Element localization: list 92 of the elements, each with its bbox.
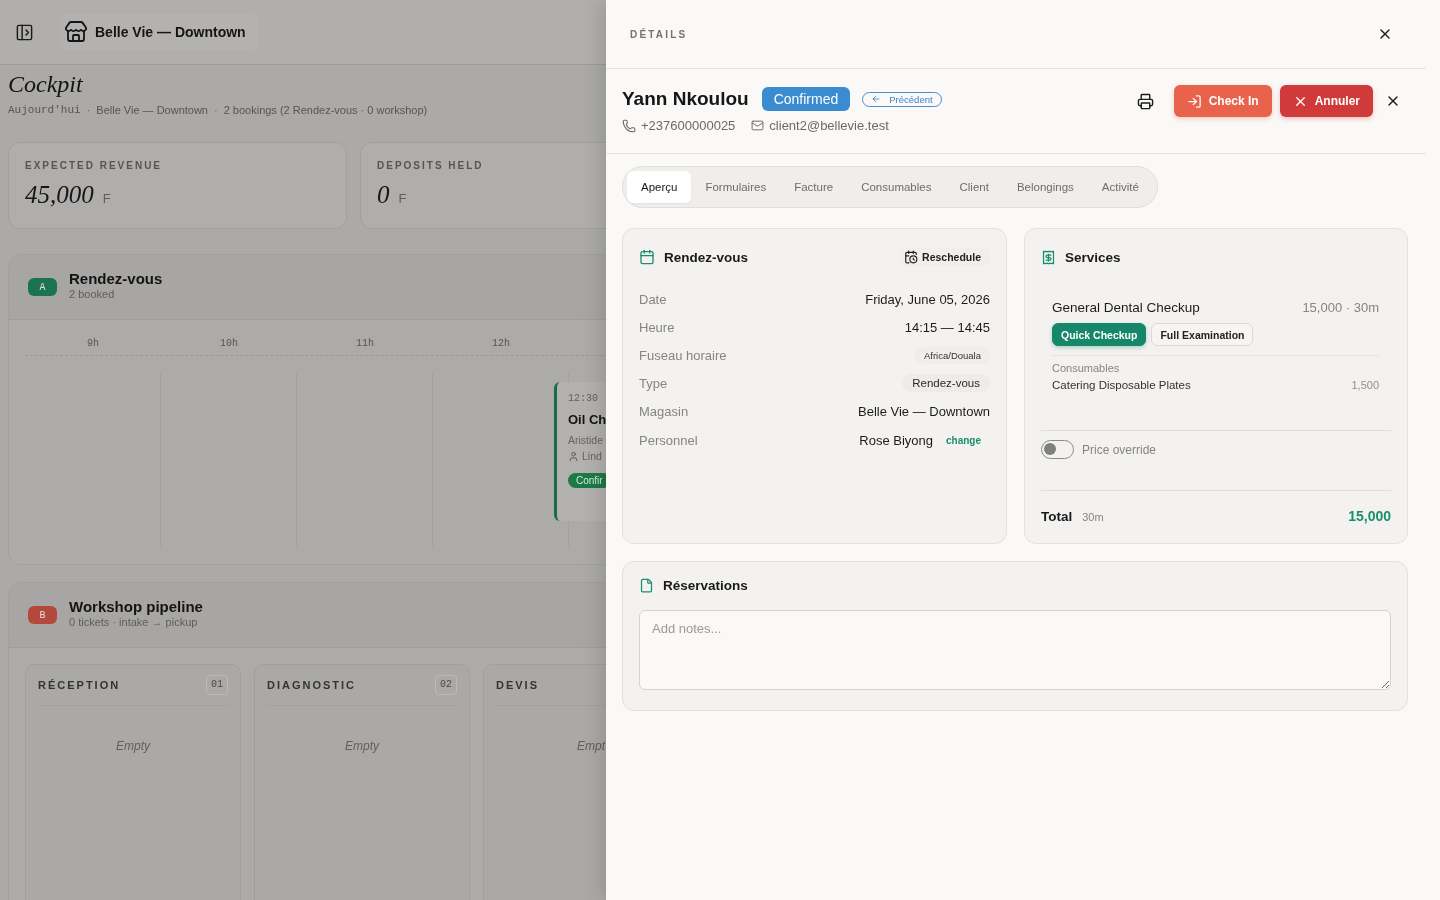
stat-label: EXPECTED REVENUE bbox=[25, 160, 164, 171]
mail-icon bbox=[751, 119, 765, 132]
tab[interactable]: Belongings bbox=[1002, 171, 1088, 203]
info-value: Rose Biyong bbox=[859, 432, 933, 448]
hour-label: 12h bbox=[491, 337, 511, 351]
tab[interactable]: Aperçu bbox=[627, 171, 692, 203]
cancel-button[interactable]: Annuler bbox=[1279, 85, 1373, 117]
subtitle-text: 2 bookings (2 Rendez-vous · 0 workshop) bbox=[223, 104, 428, 116]
empty-text: Empty bbox=[115, 739, 152, 753]
event-time: 12:30 bbox=[568, 392, 598, 406]
check-in-button[interactable]: Check In bbox=[1173, 85, 1272, 117]
section-subtitle: 2 booked bbox=[69, 288, 116, 300]
tab[interactable]: Activité bbox=[1087, 171, 1153, 203]
event-client: Aristide bbox=[568, 433, 603, 448]
info-label: Fuseau horaire bbox=[639, 347, 727, 363]
total-amount: 15,000 bbox=[1348, 508, 1391, 524]
info-label: Personnel bbox=[639, 432, 698, 448]
separator-dot: · bbox=[214, 104, 218, 116]
tab[interactable]: Consumables bbox=[847, 171, 946, 203]
info-label: Date bbox=[639, 291, 667, 307]
timezone-tag: Africa/Douala bbox=[914, 346, 990, 364]
stat-unit: F bbox=[102, 191, 111, 206]
phone-icon bbox=[622, 118, 636, 133]
column-title: DEVIS bbox=[496, 679, 539, 691]
consumables-label: Consumables bbox=[1052, 362, 1121, 374]
column-title: DIAGNOSTIC bbox=[267, 679, 357, 691]
service-name: General Dental Checkup bbox=[1052, 300, 1200, 315]
section-badge: B bbox=[28, 606, 57, 624]
hour-label: 11h bbox=[355, 337, 375, 351]
type-tag: Rendez-vous bbox=[902, 374, 990, 392]
store-icon bbox=[64, 20, 88, 44]
stat-value: 0 bbox=[377, 181, 390, 209]
stat-value: 45,000 bbox=[25, 181, 94, 209]
consumable-price: 1,500 bbox=[1351, 379, 1379, 391]
event-title: Oil Ch bbox=[568, 411, 606, 429]
subtitle-text: Belle Vie — Downtown bbox=[96, 104, 208, 116]
info-label: Type bbox=[639, 375, 668, 391]
info-value: Friday, June 05, 2026 bbox=[865, 291, 990, 307]
card-title: Services bbox=[1065, 249, 1121, 265]
page-title: Cockpit bbox=[8, 70, 84, 99]
info-label: Heure bbox=[639, 319, 675, 335]
phone-number: +237600000025 bbox=[641, 118, 736, 133]
calendar-icon bbox=[639, 249, 655, 265]
empty-text: Empt bbox=[576, 739, 606, 753]
column-title: RÉCEPTION bbox=[38, 679, 121, 691]
section-badge: A bbox=[28, 278, 57, 296]
card-title: Réservations bbox=[663, 578, 748, 593]
variant-chip[interactable]: Full Examination bbox=[1151, 323, 1254, 346]
status-tag: Confir bbox=[568, 473, 606, 488]
email-address: client2@bellevie.test bbox=[769, 118, 889, 133]
sidebar-icon bbox=[15, 22, 34, 42]
stat-unit: F bbox=[398, 191, 407, 206]
info-value: Belle Vie — Downtown bbox=[858, 403, 990, 419]
file-icon bbox=[639, 578, 654, 593]
log-in-icon bbox=[1186, 93, 1202, 109]
hour-label: 10h bbox=[219, 337, 239, 351]
empty-text: Empty bbox=[344, 739, 381, 753]
receipt-icon bbox=[1041, 249, 1056, 265]
toggle-label: Price override bbox=[1082, 442, 1157, 457]
date-text: Aujourd'hui bbox=[8, 104, 81, 116]
section-subtitle: 0 tickets · intake → pickup bbox=[69, 616, 199, 628]
stat-label: DEPOSITS HELD bbox=[377, 160, 485, 171]
notes-field[interactable]: Add notes... bbox=[639, 610, 1391, 690]
change-link[interactable]: change bbox=[946, 434, 981, 446]
client-name: Yann Nkoulou bbox=[622, 88, 749, 110]
tab[interactable]: Client bbox=[945, 171, 1003, 203]
section-title: Workshop pipeline bbox=[69, 598, 203, 615]
sidebar-toggle-button[interactable] bbox=[15, 22, 34, 42]
consumable-name: Catering Disposable Plates bbox=[1052, 379, 1191, 391]
hour-label: 9h bbox=[86, 337, 100, 351]
arrow-left-icon bbox=[871, 94, 882, 104]
service-price: 15,000 · 30m bbox=[1302, 300, 1379, 315]
tab[interactable]: Formulaires bbox=[691, 171, 781, 203]
drawer-title: DÉTAILS bbox=[630, 28, 688, 40]
person-icon bbox=[568, 450, 579, 462]
section-title: Rendez-vous bbox=[69, 270, 163, 287]
column-count: 01 bbox=[206, 675, 228, 695]
card-title: Rendez-vous bbox=[664, 249, 748, 265]
total-label: Total bbox=[1041, 508, 1073, 524]
store-selector[interactable]: Belle Vie — Downtown bbox=[60, 14, 258, 50]
separator-dot: · bbox=[86, 104, 91, 116]
status-badge: Confirmed bbox=[761, 87, 851, 111]
total-duration: 30m bbox=[1082, 510, 1104, 523]
calendar-clock-icon bbox=[904, 250, 919, 264]
printer-icon bbox=[1137, 92, 1155, 110]
column-count: 02 bbox=[435, 675, 457, 695]
info-label: Magasin bbox=[639, 403, 689, 419]
event-staff: Lind bbox=[582, 450, 602, 462]
info-value: 14:15 — 14:45 bbox=[904, 319, 990, 335]
variant-chip[interactable]: Quick Checkup bbox=[1052, 323, 1147, 346]
event-card[interactable]: 12:30 Oil Ch Aristide Lind Confir bbox=[554, 382, 606, 521]
tab[interactable]: Facture bbox=[780, 171, 848, 203]
